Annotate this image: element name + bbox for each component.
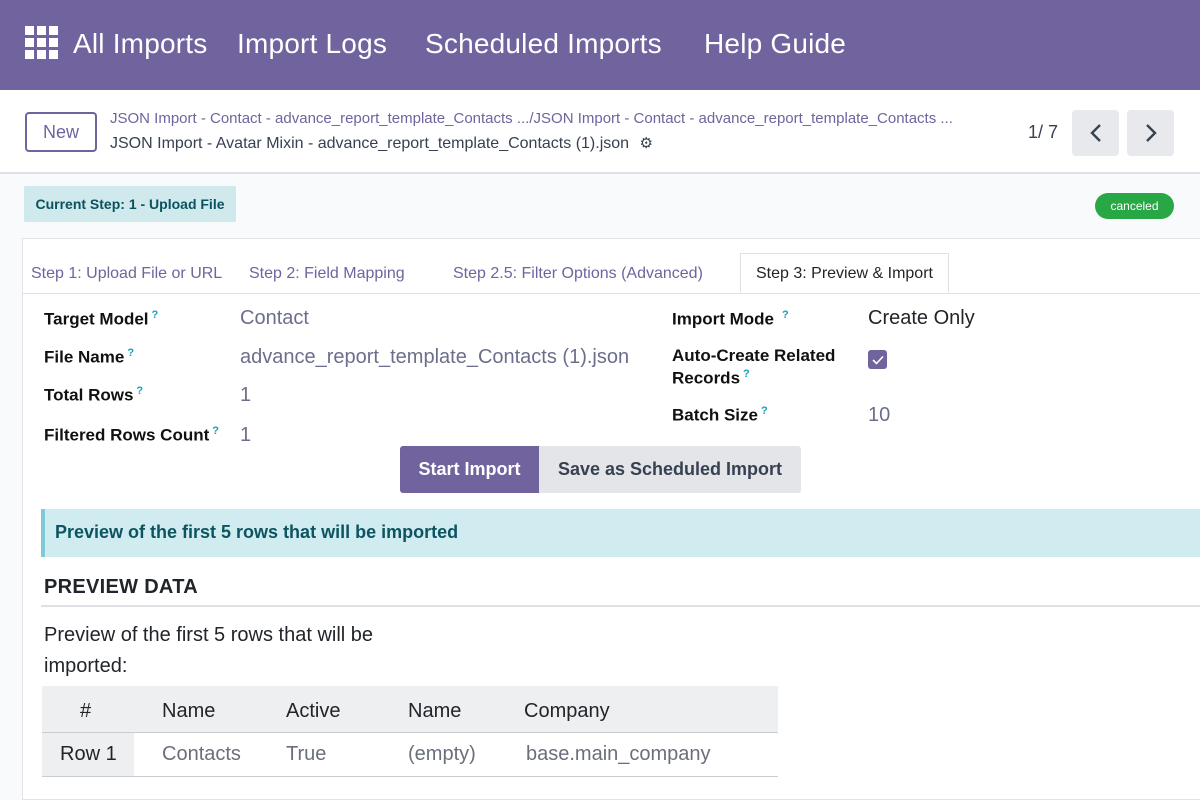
preview-table-header: # Name Active Name Company [42,686,778,733]
batch-size-value[interactable]: 10 [868,404,890,427]
filtered-rows-value: 1 [240,424,252,446]
new-button[interactable]: New [25,112,97,152]
help-tooltip-icon[interactable]: ? [782,309,789,321]
nav-import-logs[interactable]: Import Logs [237,28,387,60]
column-header: # [80,700,92,722]
tab-preview-import[interactable]: Step 3: Preview & Import [740,253,949,293]
column-header: Name [408,700,462,722]
breadcrumb-current: JSON Import - Avatar Mixin - advance_rep… [110,134,653,153]
target-model-value[interactable]: Contact [240,307,309,330]
help-tooltip-icon[interactable]: ? [743,368,750,380]
import-mode-value[interactable]: Create Only [868,307,975,330]
target-model-label: Target Model? [44,309,159,329]
step-tabs: Step 1: Upload File or URL Step 2: Field… [23,253,1200,294]
chevron-right-icon [1145,124,1157,142]
batch-size-label: Batch Size? [672,405,768,425]
import-mode-label: Import Mode? [672,309,789,329]
tab-filter-options[interactable]: Step 2.5: Filter Options (Advanced) [453,265,703,283]
nav-all-imports[interactable]: All Imports [73,28,207,60]
checkmark-icon [871,355,884,365]
status-badge: canceled [1095,193,1174,219]
section-divider [41,605,1200,607]
column-header: Active [286,700,341,722]
auto-create-checkbox[interactable] [868,350,887,369]
nav-scheduled-imports[interactable]: Scheduled Imports [425,28,662,60]
preview-section-title: PREVIEW DATA [44,576,198,598]
top-navbar: All Imports Import Logs Scheduled Import… [0,0,1200,90]
help-tooltip-icon[interactable]: ? [127,347,134,359]
table-cell: base.main_company [526,743,711,765]
table-cell: Row 1 [60,743,117,765]
total-rows-value: 1 [240,384,252,406]
apps-grid-icon[interactable] [25,26,58,59]
column-header: Name [162,700,216,722]
chevron-left-icon [1089,124,1101,142]
table-cell: Contacts [162,743,241,765]
help-tooltip-icon[interactable]: ? [761,405,768,417]
help-tooltip-icon[interactable]: ? [152,309,159,321]
pager-value[interactable]: 1/ 7 [1028,122,1058,143]
preview-info-alert: Preview of the first 5 rows that will be… [41,509,1200,557]
start-import-button[interactable]: Start Import [400,446,539,493]
tab-upload-file[interactable]: Step 1: Upload File or URL [31,265,222,283]
table-row: Row 1 Contacts True (empty) base.main_co… [42,733,778,777]
tab-field-mapping[interactable]: Step 2: Field Mapping [249,265,405,283]
auto-create-label: Auto-Create Related Records? [672,346,836,388]
column-header: Company [524,700,610,722]
table-cell: True [286,743,327,765]
filtered-rows-label: Filtered Rows Count? [44,425,220,445]
control-panel: New JSON Import - Contact - advance_repo… [0,90,1200,174]
breadcrumb-parent-link[interactable]: JSON Import - Contact - advance_report_t… [110,110,1030,127]
pager-next-button[interactable] [1127,110,1174,156]
preview-note: Preview of the first 5 rows that will be… [44,624,374,677]
total-rows-label: Total Rows? [44,385,144,405]
current-step-badge: Current Step: 1 - Upload File [24,186,236,222]
file-name-value: advance_report_template_Contacts (1).jso… [240,346,630,368]
file-name-label: File Name? [44,347,135,367]
help-tooltip-icon[interactable]: ? [136,385,143,397]
save-scheduled-import-button[interactable]: Save as Scheduled Import [539,446,801,493]
help-tooltip-icon[interactable]: ? [212,425,219,437]
table-cell: (empty) [408,743,476,765]
nav-help-guide[interactable]: Help Guide [704,28,846,60]
record-title: JSON Import - Avatar Mixin - advance_rep… [110,135,630,152]
gear-icon[interactable]: ⚙ [640,134,653,152]
pager-previous-button[interactable] [1072,110,1119,156]
